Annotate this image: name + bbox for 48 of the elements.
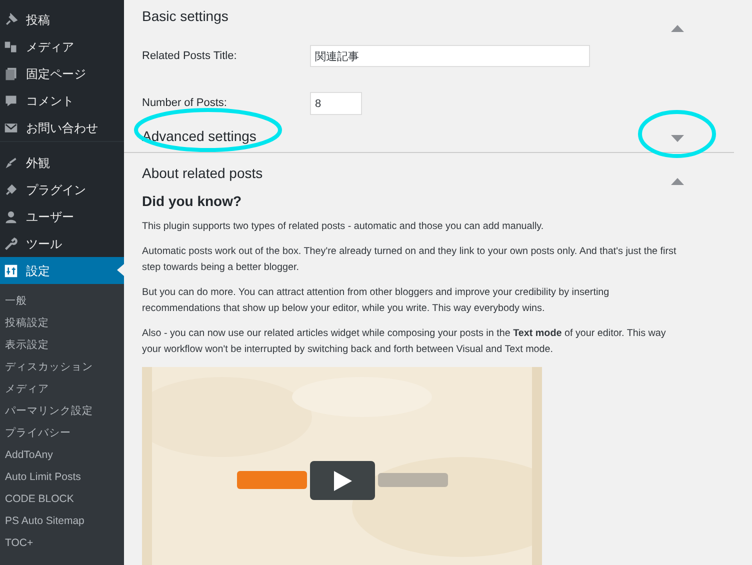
paragraph: Automatic posts work out of the box. They're already turned on and they link to your own posts only. And that's just the first step towards being a better blogger. — [142, 245, 678, 275]
menu-item[interactable]: ユーザー — [0, 203, 124, 230]
collapse-arrow-icon[interactable] — [671, 25, 684, 32]
submenu-item[interactable]: パーマリンク設定 — [0, 400, 124, 422]
menu-icon — [4, 94, 18, 108]
play-button[interactable] — [310, 461, 375, 500]
menu-item[interactable]: メディア — [0, 33, 124, 60]
submenu-item[interactable]: プライバシー — [0, 422, 124, 444]
menu-item[interactable]: プラグイン — [0, 176, 124, 203]
paragraph: But you can do more. You can attract attention from other bloggers and improve your credibility by inserting recommendations that show up below your editor, while you write. This way everybody wins. — [142, 286, 610, 316]
submenu-item[interactable]: CODE BLOCK — [0, 488, 124, 510]
menu-icon — [4, 40, 18, 54]
section-title: Advanced settings — [142, 127, 256, 146]
menu-item[interactable]: お問い合わせ — [0, 114, 124, 141]
menu-item[interactable]: ツール — [0, 230, 124, 257]
submenu-item[interactable]: 表示設定 — [0, 334, 124, 356]
submenu-item[interactable]: 一般 — [0, 290, 124, 312]
submenu-item[interactable]: メディア — [0, 378, 124, 400]
submenu-item[interactable]: 投稿設定 — [0, 312, 124, 334]
menu-icon — [4, 12, 18, 26]
section-title: About related posts — [142, 164, 263, 183]
text-field[interactable]: 関連記事 — [310, 45, 590, 67]
menu-item[interactable]: 外観 — [0, 141, 124, 176]
text-field[interactable]: 8 — [310, 92, 362, 115]
paragraph: Also - you can now use our related articles widget while composing your posts in the Text mode of your editor. This way your workflow won't be interrupted by switching back and forth between Visual and Text mode. — [142, 327, 667, 357]
menu-icon — [4, 156, 18, 170]
menu-item[interactable]: 固定ページ — [0, 60, 124, 87]
menu-item[interactable]: 設定 — [0, 257, 124, 284]
menu-item[interactable]: コメント — [0, 87, 124, 114]
submenu-item[interactable]: PS Auto Sitemap — [0, 510, 124, 532]
field-label: Number of Posts: — [142, 96, 228, 112]
menu-icon — [4, 120, 18, 134]
menu-icon — [4, 264, 18, 278]
menu-icon — [4, 66, 18, 80]
submenu-item[interactable]: ディスカッション — [0, 356, 124, 378]
menu-icon — [4, 210, 18, 224]
section-title: Basic settings — [142, 7, 228, 26]
submenu-item[interactable]: Auto Limit Posts — [0, 466, 124, 488]
expand-arrow-icon[interactable] — [671, 135, 684, 142]
field-label: Related Posts Title: — [142, 48, 238, 64]
paragraph: This plugin supports two types of related posts - automatic and those you can add manually. — [142, 220, 545, 234]
heading: Did you know? — [142, 192, 243, 211]
collapse-arrow-icon[interactable] — [671, 178, 684, 185]
menu-icon — [4, 236, 18, 250]
submenu-item[interactable]: TOC+ — [0, 532, 124, 554]
menu-item[interactable]: 投稿 — [0, 6, 124, 33]
menu-icon — [4, 182, 18, 196]
submenu-item[interactable]: AddToAny — [0, 444, 124, 466]
